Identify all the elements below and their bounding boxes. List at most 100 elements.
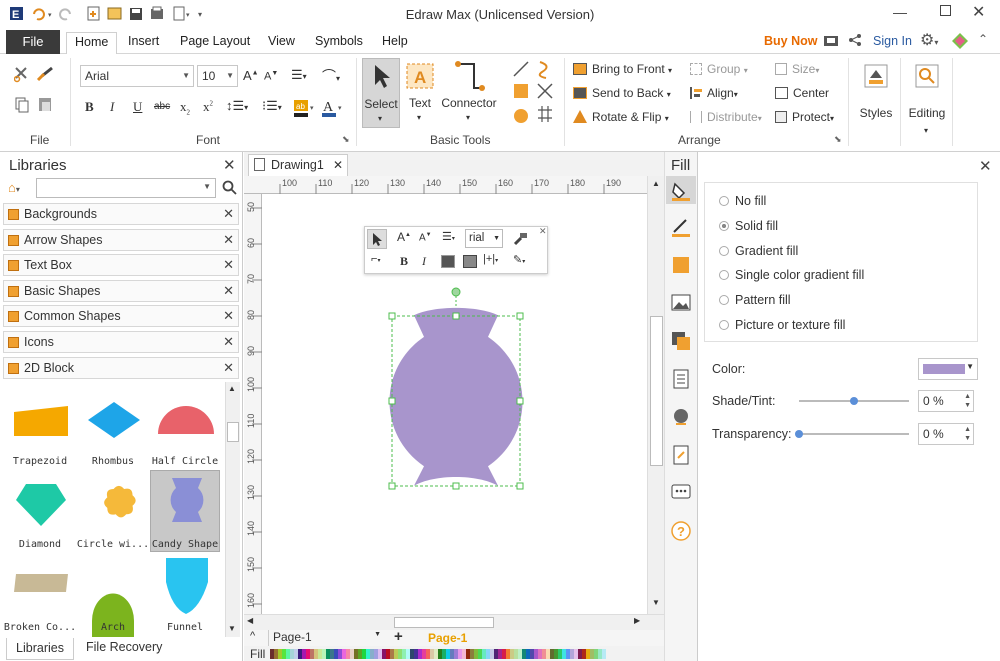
transparency-input[interactable]: 0 % ▲ ▼ bbox=[918, 423, 974, 445]
connector-style-icon[interactable]: ⌐▾ bbox=[371, 253, 380, 265]
no-fill-option[interactable]: No fill bbox=[719, 194, 766, 208]
radio[interactable] bbox=[719, 221, 729, 231]
library-item-common-shapes[interactable]: Common Shapes ✕ bbox=[3, 305, 239, 327]
spin-arrows[interactable]: ▲ ▼ bbox=[964, 392, 971, 410]
add-page-icon[interactable]: + bbox=[394, 628, 403, 645]
tab-page-1[interactable]: Page-1 bbox=[428, 631, 467, 645]
center-button[interactable]: Center bbox=[775, 86, 829, 100]
palette-swatch[interactable] bbox=[314, 649, 318, 659]
radio[interactable] bbox=[719, 320, 729, 330]
gear-icon[interactable]: ⚙▾ bbox=[920, 30, 938, 50]
palette-swatch[interactable] bbox=[542, 649, 546, 659]
bring-to-front-button[interactable]: Bring to Front ▾ bbox=[573, 62, 672, 76]
palette-swatch[interactable] bbox=[502, 649, 506, 659]
palette-swatch[interactable] bbox=[474, 649, 478, 659]
palette-swatch[interactable] bbox=[582, 649, 586, 659]
palette-swatch[interactable] bbox=[602, 649, 606, 659]
palette-swatch[interactable] bbox=[406, 649, 410, 659]
palette-swatch[interactable] bbox=[422, 649, 426, 659]
radio[interactable] bbox=[719, 295, 729, 305]
palette-swatch[interactable] bbox=[458, 649, 462, 659]
palette-swatch[interactable] bbox=[282, 649, 286, 659]
palette-swatch[interactable] bbox=[410, 649, 414, 659]
palette-swatch[interactable] bbox=[430, 649, 434, 659]
comment-icon[interactable] bbox=[670, 482, 692, 504]
palette-swatch[interactable] bbox=[466, 649, 470, 659]
scroll-down-icon[interactable]: ▼ bbox=[228, 624, 236, 633]
bold-button[interactable]: B bbox=[400, 254, 408, 269]
palette-swatch[interactable] bbox=[374, 649, 378, 659]
slider-knob[interactable] bbox=[850, 397, 858, 405]
palette-swatch[interactable] bbox=[286, 649, 290, 659]
highlight-color-icon[interactable]: ab ▾ bbox=[292, 98, 316, 120]
palette-swatch[interactable] bbox=[514, 649, 518, 659]
tab-view[interactable]: View bbox=[260, 32, 303, 54]
canvas-horizontal-scrollbar[interactable]: ◀ ▶ bbox=[244, 614, 664, 630]
spin-arrows[interactable]: ▲ ▼ bbox=[964, 425, 971, 443]
close-icon[interactable]: ✕ bbox=[223, 358, 234, 378]
library-item-2d-block[interactable]: 2D Block ✕ bbox=[3, 357, 239, 379]
palette-swatch[interactable] bbox=[526, 649, 530, 659]
palette-swatch[interactable] bbox=[462, 649, 466, 659]
palette-swatch[interactable] bbox=[494, 649, 498, 659]
home-icon[interactable]: ⌂▾ bbox=[8, 180, 20, 195]
select-tool-button[interactable]: Select ▾ bbox=[362, 58, 400, 128]
buy-now-link[interactable]: Buy Now bbox=[764, 34, 817, 48]
palette-swatch[interactable] bbox=[534, 649, 538, 659]
distribute-button[interactable]: Distribute▾ bbox=[690, 110, 762, 124]
palette-swatch[interactable] bbox=[294, 649, 298, 659]
file-menu-tab[interactable]: File bbox=[6, 30, 60, 54]
text-tool-button[interactable]: A Text ▾ bbox=[402, 58, 438, 128]
shadow-icon[interactable] bbox=[670, 254, 692, 276]
scroll-thumb[interactable] bbox=[227, 422, 239, 442]
palette-swatch[interactable] bbox=[350, 649, 354, 659]
send-to-back-button[interactable]: Send to Back ▾ bbox=[573, 86, 671, 100]
palette-swatch[interactable] bbox=[426, 649, 430, 659]
shape-thumbnails[interactable] bbox=[0, 382, 224, 637]
size-button[interactable]: Size▾ bbox=[775, 62, 819, 76]
palette-swatch[interactable] bbox=[538, 649, 542, 659]
color-palette[interactable] bbox=[270, 649, 606, 659]
palette-swatch[interactable] bbox=[418, 649, 422, 659]
palette-swatch[interactable] bbox=[270, 649, 274, 659]
palette-swatch[interactable] bbox=[498, 649, 502, 659]
palette-swatch[interactable] bbox=[290, 649, 294, 659]
radio[interactable] bbox=[719, 196, 729, 206]
fill-icon[interactable] bbox=[670, 180, 692, 202]
scroll-up-icon[interactable]: ▲ bbox=[652, 179, 660, 188]
hyperlink-icon[interactable] bbox=[670, 406, 692, 428]
shape-tools[interactable] bbox=[512, 60, 556, 126]
align-button[interactable]: Align▾ bbox=[690, 86, 738, 100]
palette-swatch[interactable] bbox=[550, 649, 554, 659]
close-icon[interactable]: ✕ bbox=[539, 226, 547, 237]
grow-font-button[interactable]: A▲ bbox=[397, 230, 411, 244]
palette-swatch[interactable] bbox=[302, 649, 306, 659]
scroll-thumb[interactable] bbox=[650, 316, 663, 466]
palette-swatch[interactable] bbox=[478, 649, 482, 659]
select-pointer-button[interactable] bbox=[367, 229, 387, 249]
shade-tint-slider[interactable] bbox=[799, 397, 909, 405]
close-libraries-icon[interactable]: ✕ bbox=[223, 156, 236, 174]
palette-swatch[interactable] bbox=[554, 649, 558, 659]
bring-forward-icon[interactable] bbox=[441, 255, 455, 268]
transparency-slider[interactable] bbox=[795, 430, 909, 438]
search-icon[interactable] bbox=[222, 180, 237, 195]
share-icon[interactable] bbox=[848, 33, 862, 47]
palette-swatch[interactable] bbox=[310, 649, 314, 659]
palette-swatch[interactable] bbox=[442, 649, 446, 659]
palette-swatch[interactable] bbox=[510, 649, 514, 659]
palette-swatch[interactable] bbox=[398, 649, 402, 659]
palette-swatch[interactable] bbox=[358, 649, 362, 659]
library-item-backgrounds[interactable]: Backgrounds ✕ bbox=[3, 203, 239, 225]
palette-swatch[interactable] bbox=[274, 649, 278, 659]
color-picker[interactable]: ▼ bbox=[918, 358, 978, 380]
group-button[interactable]: Group ▾ bbox=[690, 62, 748, 76]
palette-swatch[interactable] bbox=[598, 649, 602, 659]
palette-swatch[interactable] bbox=[394, 649, 398, 659]
palette-swatch[interactable] bbox=[378, 649, 382, 659]
palette-swatch[interactable] bbox=[570, 649, 574, 659]
palette-swatch[interactable] bbox=[518, 649, 522, 659]
sign-in-link[interactable]: Sign In bbox=[873, 34, 912, 48]
palette-swatch[interactable] bbox=[382, 649, 386, 659]
font-color-icon[interactable]: A ▾ bbox=[320, 98, 344, 120]
